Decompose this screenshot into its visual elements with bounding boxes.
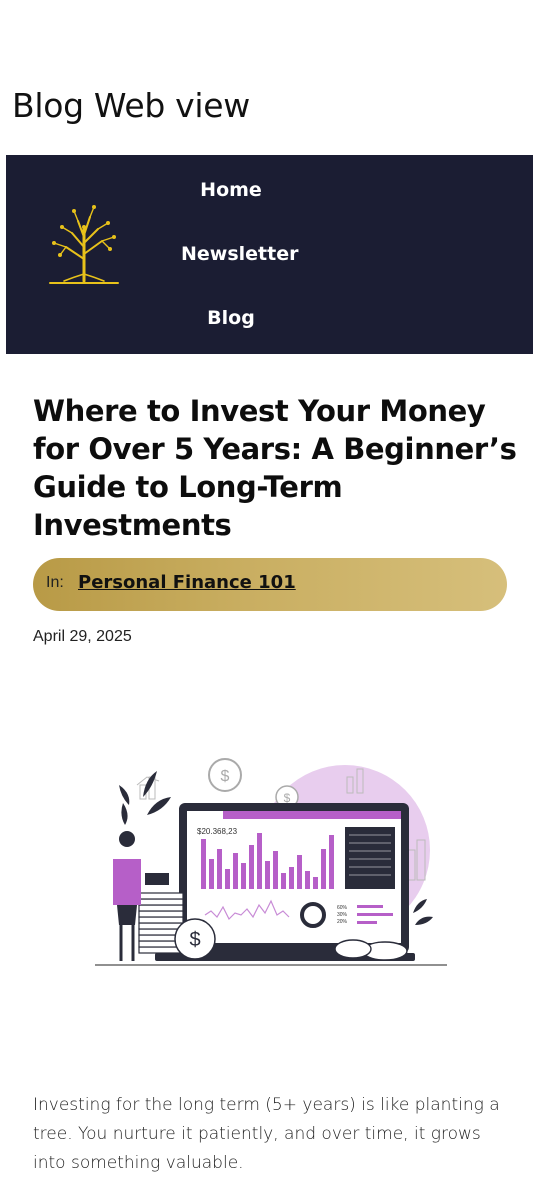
post-date: April 29, 2025 bbox=[33, 628, 132, 645]
category-link[interactable]: Personal Finance 101 bbox=[78, 572, 296, 593]
article-intro-paragraph: Investing for the long term (5+ years) i… bbox=[33, 1095, 500, 1173]
svg-text:$: $ bbox=[189, 929, 200, 951]
tree-logo-icon[interactable] bbox=[44, 199, 124, 289]
stat-1: 60% bbox=[337, 905, 348, 911]
dashboard-amount: $20.368,23 bbox=[197, 827, 238, 836]
category-prefix: In: bbox=[46, 574, 64, 591]
nav-blog[interactable]: Blog bbox=[181, 307, 281, 329]
article-title: Where to Invest Your Money for Over 5 Ye… bbox=[33, 394, 517, 542]
category-banner: In: Personal Finance 101 bbox=[33, 558, 507, 611]
svg-text:$: $ bbox=[221, 768, 230, 785]
svg-text:$: $ bbox=[284, 791, 291, 805]
nav-home[interactable]: Home bbox=[181, 179, 281, 201]
nav-newsletter[interactable]: Newsletter bbox=[181, 243, 298, 265]
investment-illustration: $ $ $20.368,23 60% 30% 20% $ bbox=[95, 758, 447, 966]
site-navbar: Home Newsletter Blog bbox=[6, 155, 533, 354]
stat-3: 20% bbox=[337, 919, 348, 925]
stat-2: 30% bbox=[337, 912, 348, 918]
page-heading: Blog Web view bbox=[12, 86, 250, 125]
